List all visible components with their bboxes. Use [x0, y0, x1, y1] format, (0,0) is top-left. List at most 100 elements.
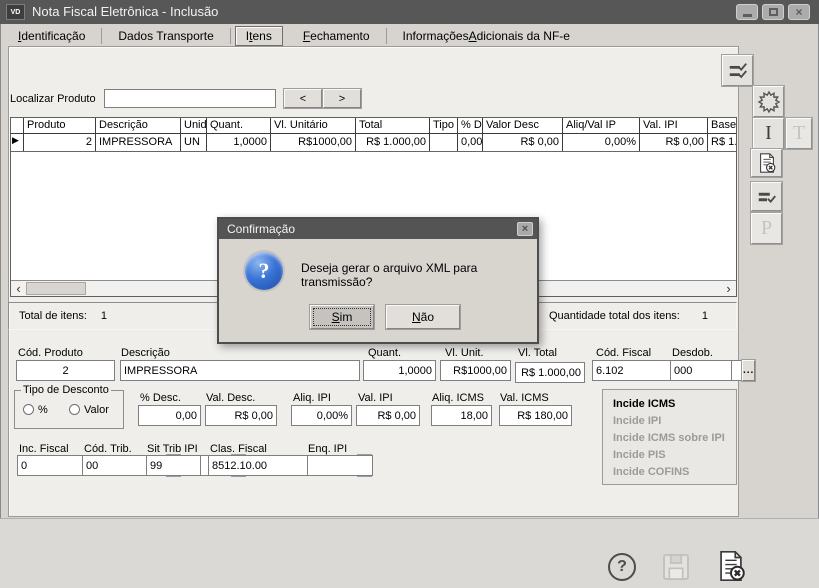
aliq-ipi-field[interactable] — [291, 405, 352, 426]
grid-header-aliq-val-ipi: Aliq/Val IP — [563, 118, 640, 133]
letter-t-icon: T — [793, 122, 805, 145]
scrollbar-thumb[interactable] — [26, 282, 86, 295]
inc-fiscal-label: Inc. Fiscal — [19, 443, 69, 455]
dialog-title-bar[interactable]: Confirmação × — [219, 219, 537, 239]
help-icon: ? — [617, 558, 627, 576]
list-item: Incide IPI — [613, 413, 736, 430]
search-label: Localizar Produto — [10, 93, 96, 105]
tab-itens[interactable]: Itens — [235, 26, 283, 46]
title-bar[interactable]: VD Nota Fiscal Eletrônica - Inclusão × — [0, 0, 819, 24]
pct-desc-label: % Desc. — [140, 392, 181, 404]
clas-fiscal-group: ... — [208, 455, 305, 476]
sit-trib-ipi-field[interactable] — [146, 455, 201, 476]
scroll-left-icon[interactable]: ‹ — [11, 281, 26, 296]
descricao-field[interactable] — [120, 360, 360, 381]
vl-unit-label: Vl. Unit. — [445, 347, 484, 359]
close-icon: × — [795, 6, 802, 18]
val-desc-field[interactable] — [205, 405, 277, 426]
pct-desc-field[interactable] — [138, 405, 201, 426]
cod-fiscal-label: Cód. Fiscal — [596, 347, 651, 359]
desdob-label: Desdob. — [672, 347, 713, 359]
minimize-button[interactable] — [736, 4, 758, 20]
row-indicator-icon: ▶ — [11, 134, 24, 151]
vl-total-label: Vl. Total — [518, 347, 557, 359]
dialog-message: Deseja gerar o arquivo XML para transmis… — [301, 261, 537, 289]
close-icon: × — [522, 224, 528, 235]
list-item: Incide ICMS — [613, 396, 736, 413]
radio-valor[interactable]: Valor — [69, 404, 109, 416]
val-icms-field[interactable] — [499, 405, 572, 426]
maximize-button[interactable] — [762, 4, 784, 20]
inc-fiscal-group: ... — [17, 455, 78, 476]
prev-item-button[interactable]: < — [284, 89, 322, 108]
total-itens-label: Total de itens: — [19, 310, 87, 322]
tab-dados-transporte[interactable]: Dados Transporte — [102, 26, 229, 46]
dialog-close-button[interactable]: × — [517, 222, 533, 236]
aliq-icms-field[interactable] — [431, 405, 492, 426]
table-row[interactable]: ▶ 2 IMPRESSORA UN 1,0000 R$1000,00 R$ 1.… — [11, 134, 736, 152]
lines-check-icon — [756, 186, 778, 208]
cod-fiscal-group: ... — [592, 360, 663, 381]
clas-fiscal-label: Clas. Fiscal — [210, 443, 267, 455]
quantidade-total-value: 1 — [702, 310, 708, 322]
grid-header-produto: Produto — [24, 118, 96, 133]
confirmation-dialog: Confirmação × ? Deseja gerar o arquivo X… — [217, 217, 539, 344]
help-button[interactable]: ? — [608, 553, 636, 581]
list-item: Incide ICMS sobre IPI — [613, 430, 736, 447]
letter-i-icon: I — [765, 122, 772, 145]
radio-percent[interactable]: % — [23, 404, 48, 416]
aliq-icms-label: Aliq. ICMS — [432, 392, 484, 404]
incide-listbox: Incide ICMS Incide IPI Incide ICMS sobre… — [602, 389, 737, 485]
app-window: VD Nota Fiscal Eletrônica - Inclusão × I… — [0, 0, 819, 588]
radio-valor-icon — [69, 404, 80, 415]
save-button-disabled — [660, 551, 692, 586]
tab-fechamento[interactable]: Fechamento — [287, 26, 386, 46]
tab-informacoes-adicionais[interactable]: Informações Adicionais da NF-e — [387, 26, 586, 46]
confirm-all-button[interactable] — [722, 55, 753, 86]
tab-separator — [230, 28, 231, 44]
quant-field[interactable] — [363, 360, 436, 381]
cell-vl-unitario: R$1000,00 — [271, 134, 356, 151]
search-input[interactable] — [104, 89, 276, 108]
letter-p-button: P — [751, 213, 782, 244]
tipo-desconto-groupbox: Tipo de Desconto % Valor — [14, 390, 124, 429]
scroll-right-icon[interactable]: › — [721, 281, 736, 296]
cell-pct-desc: 0,00 — [458, 134, 483, 151]
cell-val-ipi: R$ 0,00 — [640, 134, 708, 151]
grid-header-base-icms: Base I — [708, 118, 737, 133]
grid-header-quant: Quant. — [207, 118, 271, 133]
grid-header-pct-desc: % De — [458, 118, 483, 133]
tab-bar: Identificação Dados Transporte Itens Fec… — [2, 26, 586, 46]
cell-unid: UN — [181, 134, 207, 151]
grid-header-total: Total — [356, 118, 430, 133]
cell-quant: 1,0000 — [207, 134, 271, 151]
confirm-button[interactable] — [751, 182, 782, 211]
cancel-close-button[interactable] — [714, 549, 748, 586]
val-ipi-label: Val. IPI — [358, 392, 393, 404]
quant-label: Quant. — [368, 347, 401, 359]
window-title: Nota Fiscal Eletrônica - Inclusão — [32, 4, 218, 19]
yes-button[interactable]: Sim — [310, 305, 374, 329]
document-x-icon — [756, 152, 778, 174]
desdob-field[interactable] — [670, 360, 732, 381]
cell-tipo — [430, 134, 458, 151]
cod-fiscal-browse-button[interactable]: ... — [742, 360, 755, 381]
cod-produto-field[interactable] — [16, 360, 115, 381]
minimize-icon — [743, 14, 752, 17]
next-item-button[interactable]: > — [323, 89, 361, 108]
cell-total: R$ 1.000,00 — [356, 134, 430, 151]
footer-bar — [0, 518, 819, 588]
val-ipi-field[interactable] — [356, 405, 420, 426]
letter-i-button[interactable]: I — [753, 118, 784, 149]
cell-produto: 2 — [24, 134, 96, 151]
close-button[interactable]: × — [788, 4, 810, 20]
cancel-document-button[interactable] — [751, 149, 782, 177]
question-icon: ? — [245, 252, 283, 290]
vl-total-field[interactable] — [515, 362, 585, 383]
burst-star-button[interactable] — [753, 86, 784, 117]
vl-unit-field[interactable] — [440, 360, 511, 381]
tab-identificacao[interactable]: Identificação — [2, 26, 101, 46]
enq-ipi-field[interactable] — [307, 455, 373, 476]
quantidade-total-label: Quantidade total dos itens: — [549, 310, 680, 322]
no-button[interactable]: Não — [386, 305, 460, 329]
